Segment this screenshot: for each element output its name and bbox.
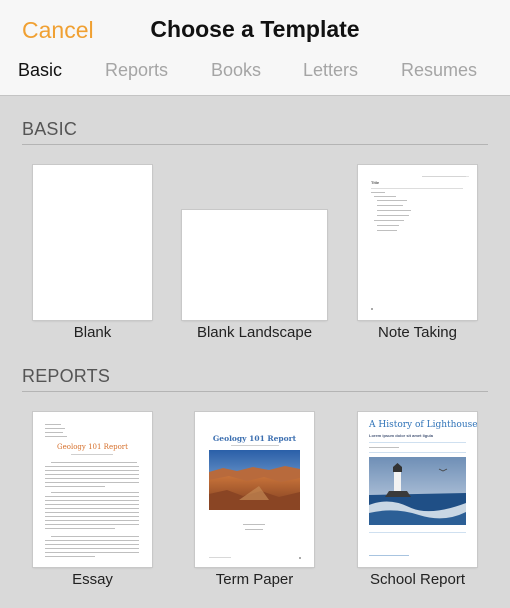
category-tabs: Basic Reports Books Letters Resumes xyxy=(0,60,510,86)
text-line xyxy=(45,496,139,497)
text-line xyxy=(45,524,139,525)
tab-reports[interactable]: Reports xyxy=(105,60,168,81)
footer-mark xyxy=(371,308,373,310)
canyon-photo xyxy=(209,450,300,510)
text-line xyxy=(45,540,139,541)
footer-rule xyxy=(369,532,466,533)
template-label: Essay xyxy=(72,571,113,588)
lighthouse-photo xyxy=(369,457,466,525)
text-line xyxy=(45,500,139,501)
template-thumbnail xyxy=(33,165,152,320)
text-line xyxy=(51,462,137,463)
text-line xyxy=(45,516,139,517)
bullet-line xyxy=(377,205,403,206)
rule xyxy=(371,188,463,189)
title-rule xyxy=(369,442,466,443)
template-thumbnail: A History of Lighthouses Lorem ipsum dol… xyxy=(358,412,477,567)
bullet-line xyxy=(371,192,385,193)
text-line xyxy=(45,528,115,529)
template-label: Blank Landscape xyxy=(196,324,313,341)
text-line xyxy=(45,478,139,479)
note-heading: Title xyxy=(371,180,380,185)
byline-line xyxy=(369,447,399,448)
section-divider xyxy=(22,391,488,392)
school-report-title: A History of Lighthouses xyxy=(369,420,477,430)
tab-books[interactable]: Books xyxy=(211,60,261,81)
date-text: — xyxy=(466,174,469,178)
essay-title: Geology 101 Report xyxy=(57,443,128,451)
tab-basic[interactable]: Basic xyxy=(18,60,62,81)
text-line xyxy=(45,552,139,553)
text-line xyxy=(45,544,139,545)
bullet-line xyxy=(374,196,396,197)
section-divider xyxy=(22,144,488,145)
text-line xyxy=(45,474,139,475)
page-title: Choose a Template xyxy=(150,16,360,42)
text-line xyxy=(45,466,139,467)
author-line xyxy=(243,524,265,525)
tab-resumes[interactable]: Resumes xyxy=(401,60,477,81)
text-line xyxy=(45,512,139,513)
bullet-line xyxy=(377,200,407,201)
text-line xyxy=(45,486,105,487)
template-thumbnail: Geology 101 Report xyxy=(195,412,314,567)
term-paper-title: Geology 101 Report xyxy=(212,434,297,443)
section-title-reports: REPORTS xyxy=(22,366,111,386)
template-label: Blank xyxy=(73,324,112,341)
bullet-line xyxy=(377,215,409,216)
text-line xyxy=(45,508,139,509)
text-line xyxy=(45,548,139,549)
footer-line xyxy=(209,557,231,558)
footer-line xyxy=(369,555,409,556)
template-thumbnail: Geology 101 Report xyxy=(33,412,152,567)
text-line xyxy=(45,470,139,471)
school-report-subtitle: Lorem ipsum dolor sit amet ligula xyxy=(369,433,434,438)
author-line xyxy=(45,428,65,429)
section-title-basic: BASIC xyxy=(22,119,78,139)
title-rule xyxy=(369,452,466,453)
text-line xyxy=(45,482,139,483)
text-line xyxy=(45,556,95,557)
template-thumbnail xyxy=(182,210,327,320)
text-line xyxy=(51,492,139,493)
template-label: Term Paper xyxy=(215,571,294,588)
template-thumbnail: — Title xyxy=(358,165,477,320)
author-line xyxy=(245,529,263,530)
date-line xyxy=(422,176,466,177)
author-line xyxy=(45,424,61,425)
subtitle-line xyxy=(231,445,279,446)
author-line xyxy=(45,432,63,433)
bullet-line xyxy=(377,225,399,226)
text-line xyxy=(45,504,139,505)
subtitle-line xyxy=(71,454,113,455)
bullet-line xyxy=(377,230,397,231)
template-label: School Report xyxy=(369,571,466,588)
page-number-mark xyxy=(299,557,301,559)
author-line xyxy=(45,436,67,437)
text-line xyxy=(51,536,139,537)
navigation-bar: Cancel Choose a Template Basic Reports B… xyxy=(0,0,510,96)
text-line xyxy=(45,520,139,521)
tab-letters[interactable]: Letters xyxy=(303,60,358,81)
bullet-line xyxy=(374,220,404,221)
template-label: Note Taking xyxy=(378,324,457,341)
bullet-line xyxy=(377,210,411,211)
